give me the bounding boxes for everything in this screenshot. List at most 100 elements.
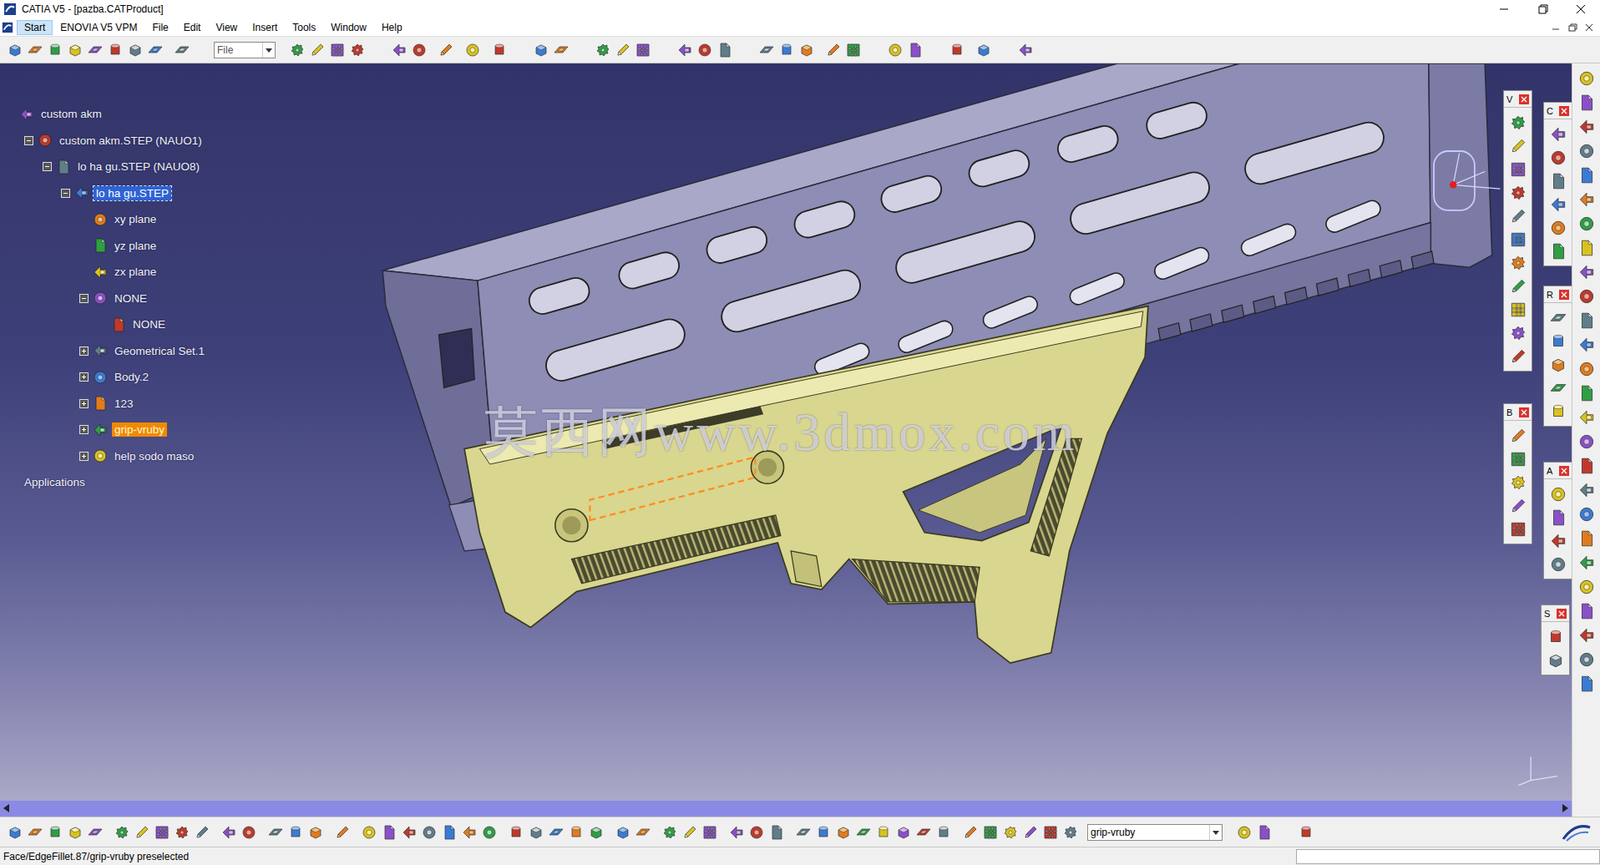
tree-node[interactable]: NONE <box>3 311 208 339</box>
circle-icon[interactable] <box>1546 146 1570 170</box>
tree-label[interactable]: custom akm.STEP (NAUO1) <box>56 133 205 148</box>
plane-icon[interactable] <box>913 822 934 843</box>
grid-icon[interactable] <box>1040 822 1061 843</box>
close-icon[interactable] <box>1518 407 1530 418</box>
cylinder-icon[interactable] <box>1296 822 1317 843</box>
gear-icon[interactable] <box>172 822 193 843</box>
circle-icon[interactable] <box>1576 431 1597 452</box>
tree-label[interactable]: yz plane <box>111 238 159 254</box>
cylinder-icon[interactable] <box>873 822 894 843</box>
gear-icon[interactable] <box>1060 822 1081 843</box>
pencil-icon[interactable] <box>679 822 700 843</box>
cube-icon[interactable] <box>833 822 854 843</box>
close-icon[interactable] <box>1581 20 1597 35</box>
selection-combo[interactable]: grip-vruby <box>1087 824 1223 841</box>
cylinder-icon[interactable] <box>776 40 797 61</box>
arrow-icon[interactable] <box>1576 480 1597 501</box>
tree-label[interactable]: lo ha gu.STEP <box>93 186 172 201</box>
tree-label[interactable]: Applications <box>21 475 88 490</box>
expand-toggle-icon[interactable] <box>79 372 89 382</box>
arrow-icon[interactable] <box>674 40 695 61</box>
cylinder-icon[interactable] <box>105 40 126 61</box>
restore-icon[interactable] <box>1523 0 1562 19</box>
cube-icon[interactable] <box>586 822 607 843</box>
3d-scene[interactable] <box>0 63 1572 801</box>
circle-icon[interactable] <box>1576 649 1597 670</box>
document-icon[interactable] <box>1576 383 1597 404</box>
circle-icon[interactable] <box>1576 213 1597 234</box>
tree-label[interactable]: Body.2 <box>111 369 152 385</box>
document-icon[interactable] <box>1576 455 1597 476</box>
menu-item[interactable]: Insert <box>244 20 285 36</box>
document-icon[interactable] <box>714 40 735 61</box>
arrow-icon[interactable] <box>389 40 410 61</box>
gear-icon[interactable] <box>1000 822 1021 843</box>
tree-node[interactable]: yz plane <box>3 232 208 260</box>
arrow-icon[interactable] <box>218 822 239 843</box>
plane-icon[interactable] <box>172 40 193 61</box>
plane-icon[interactable] <box>85 40 106 61</box>
expand-toggle-icon[interactable] <box>79 399 89 409</box>
circle-icon[interactable] <box>238 822 259 843</box>
plane-icon[interactable] <box>25 822 46 843</box>
document-icon[interactable] <box>766 822 787 843</box>
tree-label[interactable]: zx plane <box>111 264 159 279</box>
circle-icon[interactable] <box>479 822 500 843</box>
pencil-icon[interactable] <box>612 40 633 61</box>
tree-node[interactable]: lo ha gu.STEP (NAUO8) <box>3 153 208 181</box>
document-icon[interactable] <box>1 21 14 34</box>
document-icon[interactable] <box>1546 239 1570 264</box>
close-icon[interactable] <box>1559 106 1570 117</box>
grid-icon[interactable] <box>1506 157 1530 182</box>
arrow-icon[interactable] <box>1576 407 1597 428</box>
pencil-icon[interactable] <box>1506 134 1530 158</box>
menu-item[interactable]: Window <box>323 20 375 36</box>
gear-icon[interactable] <box>1506 251 1530 275</box>
circle-icon[interactable] <box>1576 359 1597 380</box>
pencil-icon[interactable] <box>307 40 328 61</box>
gear-icon[interactable] <box>1506 470 1530 495</box>
plane-icon[interactable] <box>551 40 572 61</box>
circle-icon[interactable] <box>1576 504 1597 525</box>
plane-icon[interactable] <box>25 40 46 61</box>
grid-icon[interactable] <box>151 822 173 843</box>
close-icon[interactable] <box>1561 0 1600 19</box>
cylinder-icon[interactable] <box>45 822 66 843</box>
tree-node[interactable]: custom akm.STEP (NAUO1) <box>3 127 208 155</box>
circle-icon[interactable] <box>1546 482 1570 507</box>
circle-icon[interactable] <box>462 40 483 61</box>
floating-toolbar[interactable]: V <box>1503 90 1533 372</box>
menu-item[interactable]: Edit <box>176 20 209 36</box>
pencil-icon[interactable] <box>435 40 456 61</box>
tree-node[interactable]: help sodo maso <box>3 443 208 471</box>
circle-icon[interactable] <box>885 40 906 61</box>
arrow-icon[interactable] <box>1546 192 1570 217</box>
plane-icon[interactable] <box>85 822 106 843</box>
plane-icon[interactable] <box>756 40 777 61</box>
plane-icon[interactable] <box>145 40 166 61</box>
grid-icon[interactable] <box>1506 227 1530 252</box>
tree-node[interactable]: lo ha gu.STEP <box>3 180 208 208</box>
tree-label[interactable]: NONE <box>130 317 168 332</box>
cube-icon[interactable] <box>526 822 547 843</box>
document-icon[interactable] <box>1546 169 1570 193</box>
plane-icon[interactable] <box>793 822 814 843</box>
arrow-icon[interactable] <box>1015 40 1036 61</box>
plane-icon[interactable] <box>1546 376 1570 400</box>
pencil-icon[interactable] <box>960 822 981 843</box>
cylinder-icon[interactable] <box>506 822 527 843</box>
arrow-icon[interactable] <box>1576 334 1597 355</box>
arrow-icon[interactable] <box>1546 122 1570 147</box>
close-icon[interactable] <box>1556 608 1567 619</box>
tree-node[interactable]: 123 <box>3 390 208 418</box>
cylinder-icon[interactable] <box>489 40 510 61</box>
document-icon[interactable] <box>905 40 926 61</box>
tree-node[interactable]: Body.2 <box>3 364 208 391</box>
arrow-icon[interactable] <box>1576 116 1597 137</box>
document-icon[interactable] <box>1576 528 1597 549</box>
cylinder-icon[interactable] <box>1546 400 1570 424</box>
gear-icon[interactable] <box>347 40 368 61</box>
cube-icon[interactable] <box>893 822 914 843</box>
tree-label[interactable]: lo ha gu.STEP (NAUO8) <box>75 159 203 174</box>
arrow-icon[interactable] <box>459 822 480 843</box>
